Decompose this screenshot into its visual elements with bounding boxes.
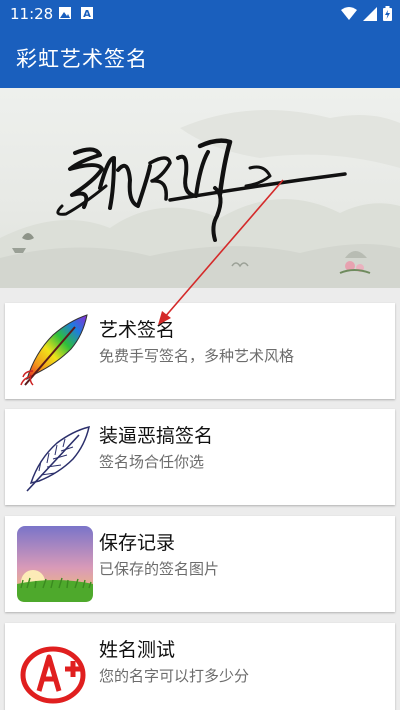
menu-item-subtitle: 签名场合任你选	[99, 453, 205, 471]
menu-item-title: 姓名测试	[99, 639, 176, 661]
menu-item-subtitle: 您的名字可以打多少分	[99, 667, 250, 685]
status-icons-right	[341, 6, 392, 21]
app-bar: 彩虹艺术签名	[0, 28, 400, 88]
menu-item-title: 保存记录	[99, 532, 176, 554]
signature-banner-image	[0, 110, 400, 288]
menu-item-subtitle: 免费手写签名，多种艺术风格	[99, 347, 295, 365]
signal-icon	[363, 6, 377, 21]
menu-item-saved-records[interactable]: 保存记录 已保存的签名图片	[5, 516, 395, 612]
menu-item-funny-signature[interactable]: 装逼恶搞签名 签名场合任你选	[5, 409, 395, 505]
svg-text:A: A	[83, 9, 91, 20]
wifi-icon	[341, 6, 357, 20]
menu-item-name-test[interactable]: 姓名测试 您的名字可以打多少分	[5, 623, 395, 710]
rainbow-feather-icon	[20, 314, 88, 386]
battery-icon	[383, 6, 392, 21]
banner-carousel[interactable]	[0, 88, 400, 288]
menu-item-title: 装逼恶搞签名	[99, 425, 214, 447]
menu-item-subtitle: 已保存的签名图片	[99, 560, 220, 578]
status-time: 11:28	[10, 5, 54, 23]
feather-sketch-icon	[26, 425, 90, 492]
image-icon	[59, 7, 71, 19]
status-icons-left: A	[58, 6, 94, 20]
a-icon: A	[81, 7, 93, 20]
status-bar: 11:28 A	[0, 0, 400, 28]
menu-item-title: 艺术签名	[99, 319, 176, 341]
menu-item-art-signature[interactable]: 艺术签名 免费手写签名，多种艺术风格	[5, 303, 395, 399]
sunset-grass-icon	[17, 526, 93, 602]
app-title: 彩虹艺术签名	[16, 47, 148, 71]
a-plus-icon	[20, 646, 86, 704]
